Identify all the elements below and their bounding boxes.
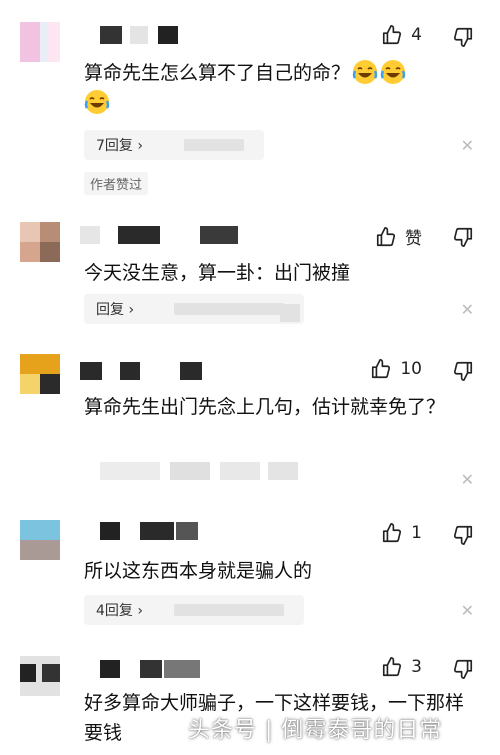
thumb-down-icon: [453, 525, 473, 545]
laughing-crying-emoji-icon: [84, 90, 110, 114]
close-icon[interactable]: ✕: [461, 136, 474, 155]
thumb-down-icon: [453, 659, 473, 679]
replies-button[interactable]: 回复 ›: [84, 294, 304, 324]
comment-text: 所以这东西本身就是骗人的: [84, 560, 313, 582]
dislike-button[interactable]: [452, 524, 474, 546]
username-blurred[interactable]: [80, 226, 240, 244]
like-button[interactable]: 赞: [375, 224, 422, 249]
thumb-down-icon: [453, 361, 473, 381]
watermark-text: 头条号 | 倒霉泰哥的日常: [188, 718, 443, 743]
laughing-crying-emoji-icon: [380, 60, 406, 84]
like-label: 赞: [405, 229, 422, 249]
thumb-down-icon: [453, 227, 473, 247]
like-button[interactable]: 4: [381, 24, 422, 46]
close-icon[interactable]: ✕: [461, 300, 474, 319]
thumb-up-icon: [381, 656, 403, 678]
dislike-button[interactable]: [452, 360, 474, 382]
reply-preview-blurred: [280, 304, 300, 322]
close-icon[interactable]: ✕: [461, 470, 474, 489]
dislike-button[interactable]: [452, 26, 474, 48]
avatar[interactable]: [20, 22, 60, 62]
comment-text: 算命先生出门先念上几句，估计就幸免了？: [84, 396, 446, 418]
author-liked-badge: 作者赞过: [84, 172, 149, 195]
like-count: 1: [411, 523, 422, 543]
comment-text: 今天没生意，算一卦：出门被撞: [84, 262, 351, 284]
like-count: 4: [411, 25, 422, 45]
like-button[interactable]: 1: [381, 522, 422, 544]
username-blurred[interactable]: [100, 660, 220, 678]
like-count: 3: [411, 657, 422, 677]
thumb-up-icon: [381, 24, 403, 46]
avatar[interactable]: [20, 656, 60, 696]
replies-button[interactable]: 4回复 ›: [84, 595, 304, 625]
avatar[interactable]: [20, 354, 60, 394]
comment-text: 算命先生怎么算不了自己的命？: [84, 58, 474, 118]
like-count: 10: [400, 359, 422, 379]
thumb-up-icon: [375, 226, 397, 248]
laughing-crying-emoji-icon: [352, 60, 378, 84]
username-blurred[interactable]: [100, 26, 190, 44]
reply-preview-blurred: [100, 462, 300, 480]
thumb-down-icon: [453, 27, 473, 47]
avatar[interactable]: [20, 520, 60, 560]
dislike-button[interactable]: [452, 658, 474, 680]
username-blurred[interactable]: [80, 362, 210, 380]
like-button[interactable]: 3: [381, 656, 422, 678]
close-icon[interactable]: ✕: [461, 601, 474, 620]
replies-button[interactable]: 7回复 ›: [84, 130, 264, 160]
dislike-button[interactable]: [452, 226, 474, 248]
thumb-up-icon: [370, 358, 392, 380]
username-blurred[interactable]: [100, 522, 200, 540]
thumb-up-icon: [381, 522, 403, 544]
avatar[interactable]: [20, 222, 60, 262]
like-button[interactable]: 10: [370, 358, 422, 380]
